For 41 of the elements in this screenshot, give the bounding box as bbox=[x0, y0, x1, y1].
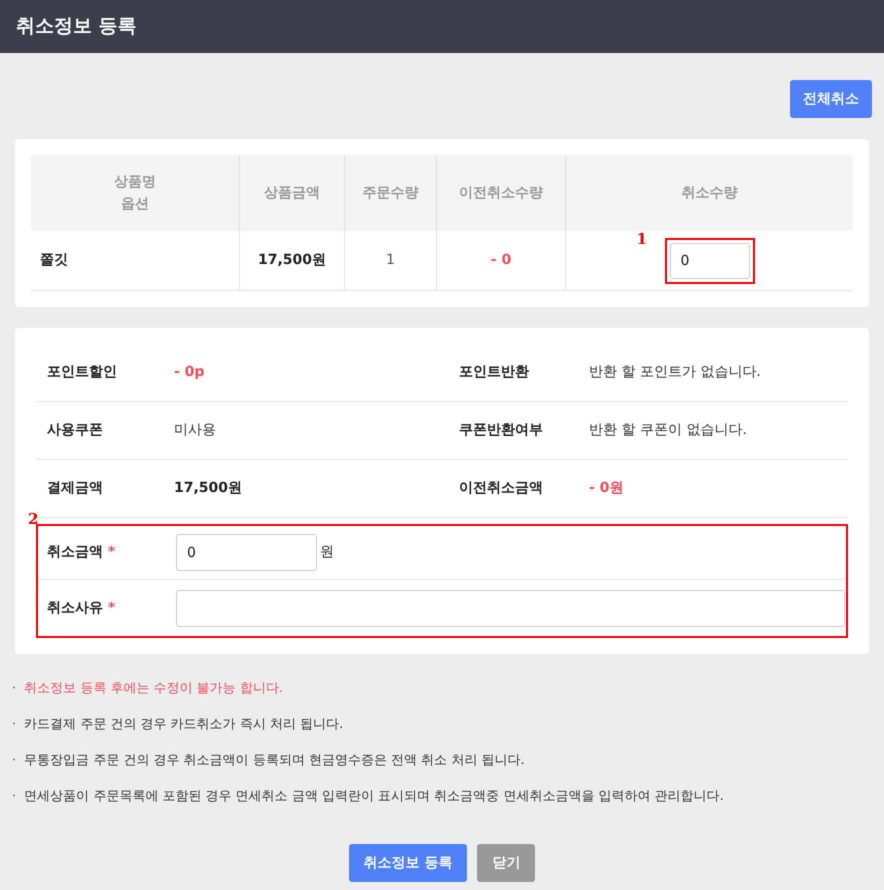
annotation-number: 1 bbox=[636, 228, 647, 250]
currency-unit: 원 bbox=[320, 543, 334, 562]
summary-value: 반환 할 쿠폰이 없습니다. bbox=[589, 421, 747, 440]
previous-cancel-quantity: - 0 bbox=[490, 251, 512, 270]
bullet-mark: · bbox=[12, 788, 16, 806]
field-label: 취소사유 * bbox=[46, 598, 116, 618]
product-name: 쫄깃 bbox=[40, 251, 68, 270]
register-button[interactable]: 취소정보 등록 bbox=[348, 844, 468, 882]
cancel-reason-field[interactable] bbox=[176, 590, 845, 626]
summary-value: - 0p bbox=[174, 363, 204, 382]
annotation-number: 2 bbox=[28, 509, 38, 530]
product-price: 17,500원 bbox=[258, 251, 326, 270]
summary-value: 미사용 bbox=[174, 421, 216, 440]
column-header: 취소수량 bbox=[682, 184, 738, 203]
close-button[interactable]: 닫기 bbox=[477, 844, 536, 882]
cancel-amount-field[interactable]: 0 bbox=[176, 534, 317, 571]
note-text: 카드결제 주문 건의 경우 카드취소가 즉시 처리 됩니다. bbox=[24, 716, 344, 734]
bullet-mark: · bbox=[12, 716, 16, 734]
bullet-mark: · bbox=[12, 752, 16, 770]
column-header: 상품금액 bbox=[264, 184, 320, 203]
summary-label: 포인트반환 bbox=[459, 363, 530, 382]
field-label: 취소금액 * bbox=[46, 543, 116, 562]
summary-label: 포인트할인 bbox=[46, 363, 118, 382]
page-title: 취소정보 등록 bbox=[16, 14, 137, 40]
summary-value: - 0원 bbox=[589, 479, 624, 498]
cancel-all-button[interactable]: 전체취소 bbox=[790, 80, 872, 118]
note-text: 면세상품이 주문목록에 포함된 경우 면세취소 금액 입력란이 표시되며 취소금액중 면세취소금액을 입력하여 관리합니다. bbox=[24, 788, 724, 806]
summary-value: 17,500원 bbox=[174, 479, 242, 498]
order-quantity: 1 bbox=[386, 251, 395, 270]
column-header: 상품명 옵션 bbox=[114, 173, 156, 214]
bullet-mark: · bbox=[12, 680, 16, 698]
column-header: 이전취소수량 bbox=[459, 184, 543, 203]
cancel-quantity-field[interactable]: 0 bbox=[670, 242, 750, 278]
summary-label: 사용쿠폰 bbox=[46, 421, 104, 440]
column-header: 주문수량 bbox=[362, 184, 418, 203]
summary-label: 결제금액 bbox=[46, 479, 104, 498]
note-text: 무통장입금 주문 건의 경우 취소금액이 등록되며 현금영수증은 전액 취소 처리 됩니다. bbox=[24, 752, 525, 770]
note-text: 취소정보 등록 후에는 수정이 불가능 합니다. bbox=[24, 680, 283, 698]
summary-value: 반환 할 포인트가 없습니다. bbox=[589, 363, 761, 382]
summary-label: 이전취소금액 bbox=[459, 479, 544, 498]
summary-label: 쿠폰반환여부 bbox=[459, 421, 544, 440]
